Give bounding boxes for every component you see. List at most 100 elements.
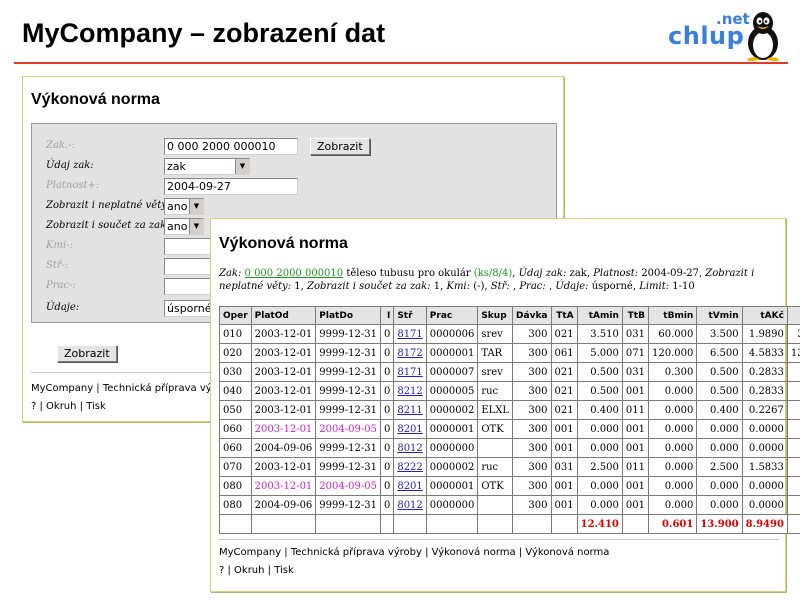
form-input[interactable]: 2004-09-27 [164,178,298,195]
table-cell: 9999-12-31 [315,343,381,363]
table-cell: 2003-12-01 [250,362,317,382]
table-cell: 9999-12-31 [315,457,381,477]
submit-button[interactable]: Zobrazit [57,345,117,362]
column-header[interactable]: tAmin [576,306,623,325]
form-label: Platnost+: [46,180,100,191]
table-cell: 8211 [393,400,427,420]
table-header: Oper PlatOd PlatDo I Stř Prac Skup Dávka TtA tAmi… [219,306,800,325]
table-cell: 3.500 [696,324,743,344]
form-row: Zobrazit i neplatné věty: ano ▼ [32,198,552,216]
ks-link[interactable]: (ks/8/4) [474,268,512,279]
table-row[interactable]: 080 2004-09-06 9999-12-31 0 8012 0000000 300 00… [219,495,800,515]
table-cell: 0.300 [647,362,698,382]
form-select[interactable]: zak ▼ [164,158,250,175]
workplace-link[interactable]: 8211 [397,405,422,416]
form-label: Zak.-: [46,140,75,151]
column-header[interactable]: Oper [219,306,252,325]
table-cell: 8171 [393,362,427,382]
form-label: Prac-: [46,280,76,291]
table-cell: 2003-12-01 [250,324,317,344]
table-cell: 021 [550,381,578,401]
table-cell: 2.500 [696,457,743,477]
empty-cell [379,514,395,534]
form-select[interactable]: ano ▼ [164,198,204,215]
table-cell: 020 [219,343,252,363]
table-row[interactable]: 070 2003-12-01 9999-12-31 0 8222 0000002 ruc 30… [219,457,800,477]
results-window: Výkonová norma Zak: 0 000 2000 000010 tě… [210,218,800,592]
column-header[interactable]: PlatDo [315,306,381,325]
table-row[interactable]: 040 2003-12-01 9999-12-31 0 8212 0000005 ruc 30… [219,381,800,401]
table-cell: 021 [550,324,578,344]
column-header[interactable]: TtB [621,306,649,325]
table-cell: 300 [512,476,552,496]
column-header[interactable]: Prac [425,306,479,325]
empty-cell [393,514,427,534]
table-cell: 0.400 [576,400,623,420]
column-header[interactable]: PlatOd [250,306,317,325]
table-cell: 2003-12-01 [250,381,317,401]
workplace-link[interactable]: 8012 [397,500,422,511]
table-cell: 0.000 [647,381,698,401]
table-cell: 300 [512,324,552,344]
table-cell: 2004-09-06 [250,495,317,515]
table-cell: 2003-12-01 [250,400,317,420]
table-cell: 0 [379,438,395,458]
table-cell: 0 [379,381,395,401]
chevron-down-icon[interactable]: ▼ [189,219,203,234]
column-header[interactable]: I [379,306,395,325]
column-header[interactable]: tAKč [741,306,788,325]
chevron-down-icon[interactable]: ▼ [189,199,203,214]
column-header[interactable]: tBKč [786,306,800,325]
workplace-link[interactable]: 8012 [397,443,422,454]
table-cell: 0.0000 [786,476,800,496]
column-header[interactable]: Skup [477,306,514,325]
empty-cell [315,514,381,534]
table-row[interactable]: 060 2004-09-06 9999-12-31 0 8012 0000000 300 00… [219,438,800,458]
table-row[interactable]: 030 2003-12-01 9999-12-31 0 8171 0000007 srev 3… [219,362,800,382]
table-cell: 2004-09-05 [315,476,381,496]
column-header[interactable]: tVmin [696,306,743,325]
column-header[interactable]: tBmin [647,306,698,325]
column-header[interactable]: TtA [550,306,578,325]
workplace-link[interactable]: 8201 [397,481,422,492]
table-cell: 1.9890 [741,324,788,344]
workplace-link[interactable]: 8171 [397,367,422,378]
lookup-button[interactable]: Zobrazit [310,138,370,155]
table-cell: ruc [477,381,514,401]
footer-links[interactable]: ? | Okruh | Tisk [219,565,294,576]
table-row[interactable]: 060 2003-12-01 2004-09-05 0 8201 0000001 OTK 30… [219,419,800,439]
header-divider [14,62,788,64]
footer-links[interactable]: ? | Okruh | Tisk [31,401,106,412]
empty-cell [477,514,514,534]
form-label: Údaj zak: [46,160,94,171]
footer-breadcrumb[interactable]: MyCompany | Technická příprava výroby | … [219,547,609,558]
table-row[interactable]: 080 2003-12-01 2004-09-05 0 8201 0000001 OTK 30… [219,476,800,496]
table-cell: 050 [219,400,252,420]
form-label: Zobrazit i součet za zak: [46,220,170,231]
chevron-down-icon[interactable]: ▼ [235,159,249,174]
column-header[interactable]: Stř [393,306,427,325]
form-select[interactable]: ano ▼ [164,218,204,235]
table-row[interactable]: 050 2003-12-01 9999-12-31 0 8211 0000002 ELXL 3… [219,400,800,420]
form-input[interactable]: 0 000 2000 000010 [164,138,298,155]
table-cell: 0.0000 [786,438,800,458]
table-cell: 8212 [393,381,427,401]
table-cell: 031 [621,362,649,382]
form-row: Údaj zak: zak ▼ [32,158,552,176]
table-cell: 300 [512,400,552,420]
workplace-link[interactable]: 8201 [397,424,422,435]
workplace-link[interactable]: 8171 [397,329,422,340]
table-cell: 071 [621,343,649,363]
table-cell [477,495,514,515]
workplace-link[interactable]: 8212 [397,386,422,397]
column-header[interactable]: Dávka [512,306,552,325]
table-cell: 0.2833 [741,381,788,401]
table-cell: 021 [550,400,578,420]
table-row[interactable]: 010 2003-12-01 9999-12-31 0 8171 0000006 srev 3… [219,324,800,344]
table-row[interactable]: 020 2003-12-01 9999-12-31 0 8172 0000001 TAR 30… [219,343,800,363]
zak-link[interactable]: 0 000 2000 000010 [245,268,344,279]
table-cell: 011 [621,457,649,477]
workplace-link[interactable]: 8172 [397,348,422,359]
workplace-link[interactable]: 8222 [397,462,422,473]
query-summary: Zak: 0 000 2000 000010 těleso tubusu pro… [219,268,755,292]
